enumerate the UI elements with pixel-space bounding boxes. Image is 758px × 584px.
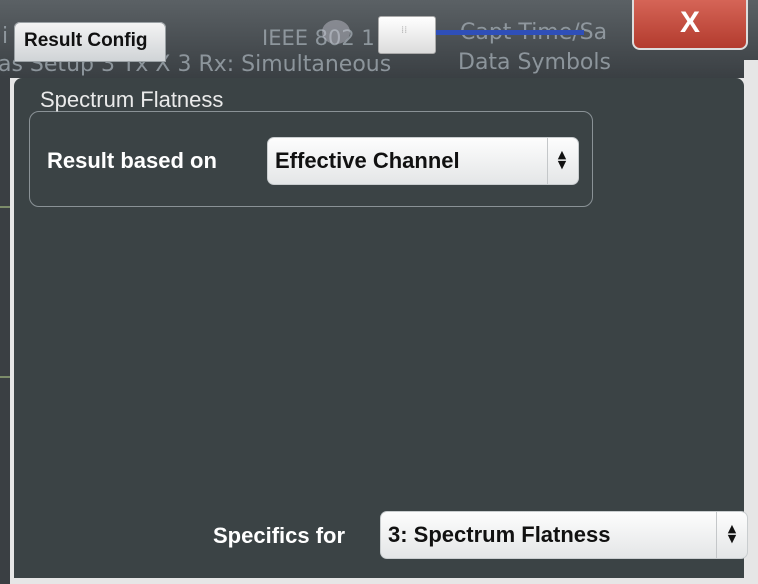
result-based-on-value: Effective Channel — [275, 148, 460, 173]
close-button[interactable]: X — [632, 0, 748, 50]
specifics-for-select[interactable]: 3: Spectrum Flatness ▲ ▼ — [380, 511, 748, 559]
updown-arrows-icon: ▲ ▼ — [727, 522, 737, 545]
result-config-dialog: Spectrum Flatness Result based on Effect… — [14, 78, 748, 578]
background-marker — [0, 376, 10, 378]
select-divider — [547, 138, 548, 184]
dialog-title-tab: Result Config — [14, 22, 166, 62]
background-standard-text: IEEE 802 1 — [262, 26, 375, 50]
result-based-on-select[interactable]: Effective Channel ▲ ▼ — [267, 137, 579, 185]
background-text: i — [2, 24, 9, 49]
grip-icon: ⁞⁞ — [401, 25, 408, 36]
dialog-title: Result Config — [24, 30, 148, 51]
background-left-edge — [0, 76, 10, 584]
background-marker — [0, 206, 10, 208]
group-title: Spectrum Flatness — [40, 87, 224, 112]
background-slider-bubble — [322, 20, 350, 44]
updown-arrows-icon: ▲ ▼ — [557, 148, 567, 171]
select-divider — [716, 512, 717, 558]
result-based-on-label: Result based on — [47, 148, 217, 173]
specifics-for-value: 3: Spectrum Flatness — [388, 522, 611, 547]
specifics-for-label: Specifics for — [213, 523, 346, 548]
background-slider-track — [434, 30, 584, 35]
background-slider-handle: ⁞⁞ — [378, 16, 436, 54]
close-icon: X — [679, 6, 700, 39]
background-data-symbols-text: Data Symbols — [458, 50, 611, 75]
dialog-right-margin — [744, 60, 758, 584]
